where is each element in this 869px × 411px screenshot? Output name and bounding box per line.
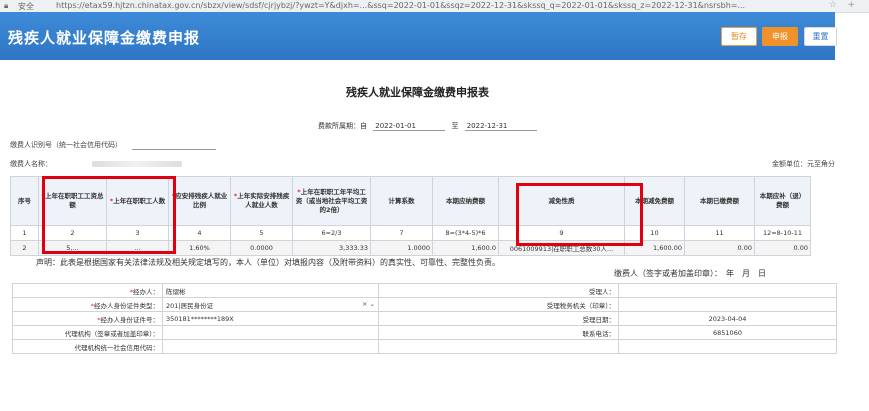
empty-cell (618, 339, 837, 354)
star-icon[interactable]: ☆ (829, 0, 837, 10)
taxpayer-id-row: 缴费人识别号（统一社会信用代码） (10, 140, 217, 150)
header-cell: 计算系数 (370, 176, 433, 226)
taxpayer-name-row: 缴费人名称： (10, 159, 183, 169)
index-cell: 3 (106, 225, 169, 241)
phone-label: 联系电话： (378, 325, 619, 340)
agent-info-table: *经办人： 陈熠彬 受理人： *经办人身份证件类型： 201|居民身份证 × ⌄ … (12, 283, 837, 354)
reduction-amount-cell: 1,600.00 (624, 240, 685, 256)
id-number-label: *经办人身份证件号： (12, 311, 163, 326)
clear-icon[interactable]: × (362, 300, 367, 308)
app-title: 残疾人就业保障金缴费申报 (8, 29, 201, 47)
index-cell: 7 (370, 225, 433, 241)
tax-office-value (618, 297, 837, 312)
header-cell: *上年在职职工人数 (106, 176, 169, 226)
index-cell: 2 (38, 225, 107, 241)
paid-amount-cell: 0.00 (684, 240, 755, 256)
reset-button[interactable]: 重置 (804, 27, 837, 46)
index-cell: 5 (230, 225, 293, 241)
amount-unit: 金额单位：元至角分 (772, 160, 835, 168)
url-text[interactable]: https://etax59.hjtzn.chinatax.gov.cn/sbz… (56, 1, 786, 10)
agency-credit-input[interactable] (162, 339, 379, 354)
period-end-field[interactable]: 2022-12-31 (464, 122, 537, 131)
index-cell: 10 (624, 225, 685, 241)
index-cell: 1 (10, 225, 39, 241)
receiver-label: 受理人： (378, 283, 619, 298)
accept-date-label: 受理日期： (378, 311, 619, 326)
id-type-value: 201|居民身份证 (166, 301, 214, 310)
period-to-label: 至 (451, 122, 459, 130)
header-cell: 本期应补（退）费额 (754, 176, 811, 226)
accept-date-value: 2023-04-04 (618, 311, 837, 326)
header-cell: *应安排残疾人就业比例 (168, 176, 231, 226)
index-cell: 9 (498, 225, 625, 241)
coefficient-cell: 1.0000 (370, 240, 433, 256)
row-number: 2 (10, 240, 39, 256)
period-start-field[interactable]: 2022-01-01 (373, 122, 446, 131)
table-row: *经办人身份证件号： 350181********189X 受理日期： 2023… (12, 311, 837, 326)
id-type-label: *经办人身份证件类型： (12, 297, 163, 312)
declaration-text: 声明：此表是根据国家有关法律法规及相关规定填写的，本人（单位）对填报内容（及附带… (36, 258, 500, 267)
app-header: 残疾人就业保障金缴费申报 暂存 申报 重置 (0, 12, 837, 60)
taxpayer-name-label: 缴费人名称： (10, 160, 52, 168)
table-row: 2 5,... ... 1.60% 0.0000 3,333.33 1.0000… (10, 240, 811, 256)
table-row: *经办人身份证件类型： 201|居民身份证 × ⌄ 受理税务机关（印章）： (12, 297, 837, 312)
taxpayer-name-value (92, 161, 183, 167)
taxpayer-id-label: 缴费人识别号（统一社会信用代码） (10, 141, 122, 149)
chevron-down-icon[interactable]: ⌄ (370, 300, 375, 308)
form-title: 残疾人就业保障金缴费申报表 (346, 86, 489, 99)
index-cell: 6=2/3 (292, 225, 371, 241)
header-cell: 本期已缴费额 (684, 176, 755, 226)
agency-credit-label: 代理机构统一社会信用代码： (12, 339, 163, 354)
table-row: 代理机构（签章或者加盖印章）： 联系电话： 6851060 (12, 325, 837, 340)
table-row: *经办人： 陈熠彬 受理人： (12, 283, 837, 298)
phone-value: 6851060 (618, 325, 837, 340)
index-cell: 12=8-10-11 (754, 225, 811, 241)
empty-cell (378, 339, 619, 354)
receiver-value (618, 283, 837, 298)
save-draft-button[interactable]: 暂存 (721, 27, 757, 46)
signature-line: 缴费人（签字或者加盖印章）： 年 月 日 (614, 269, 766, 278)
header-cell: *上年在职职工工资总额 (38, 176, 107, 226)
secure-label: 安全 (18, 2, 34, 11)
refund-amount-cell: 0.00 (754, 240, 811, 256)
disabled-employees-input[interactable]: 0.0000 (230, 240, 293, 256)
tax-office-label: 受理税务机关（印章）： (378, 297, 619, 312)
agency-input[interactable] (162, 325, 379, 340)
table-header-row: 序号 *上年在职职工工资总额 *上年在职职工人数 *应安排残疾人就业比例 *上年… (10, 176, 811, 226)
new-tab-icon[interactable]: + (847, 0, 855, 10)
id-number-input[interactable]: 350181********189X (162, 311, 379, 326)
header-cell: 本期减免费额 (624, 176, 685, 226)
header-cell: *上年实际安排残疾人就业人数 (230, 176, 293, 226)
employee-count-input[interactable]: ... (106, 240, 169, 256)
avg-wage-cell: 3,333.33 (292, 240, 371, 256)
lock-icon: 🔒︎ (4, 1, 9, 10)
header-cell: 本期应纳费额 (432, 176, 499, 226)
taxpayer-id-value (132, 149, 217, 150)
id-type-select[interactable]: 201|居民身份证 × ⌄ (162, 297, 379, 312)
index-cell: 4 (168, 225, 231, 241)
header-cell: *上年在职职工年平均工资（或当地社会平均工资的2倍） (292, 176, 371, 226)
submit-button[interactable]: 申报 (762, 27, 798, 46)
period-label: 费款所属期：自 (318, 122, 367, 130)
handler-label: *经办人： (12, 283, 163, 298)
fee-period: 费款所属期：自 2022-01-01 至 2022-12-31 (318, 121, 541, 131)
ratio-cell[interactable]: 1.60% (168, 240, 231, 256)
table-row: 代理机构统一社会信用代码： (12, 339, 837, 354)
fee-declaration-table: 序号 *上年在职职工工资总额 *上年在职职工人数 *应安排残疾人就业比例 *上年… (10, 176, 811, 256)
handler-input[interactable]: 陈熠彬 (162, 283, 379, 298)
table-index-row: 1 2 3 4 5 6=2/3 7 8=(3*4-5)*6 9 10 11 12… (10, 225, 811, 241)
agency-label: 代理机构（签章或者加盖印章）： (12, 325, 163, 340)
index-cell: 8=(3*4-5)*6 (432, 225, 499, 241)
index-cell: 11 (684, 225, 755, 241)
header-cell: 减免性质 (498, 176, 625, 226)
wage-total-input[interactable]: 5,... (38, 240, 107, 256)
header-cell: 序号 (10, 176, 39, 226)
reduction-type-select[interactable]: 0061009913|在职职工总数30人... (498, 240, 625, 256)
payable-amount-cell: 1,600.0 (432, 240, 499, 256)
